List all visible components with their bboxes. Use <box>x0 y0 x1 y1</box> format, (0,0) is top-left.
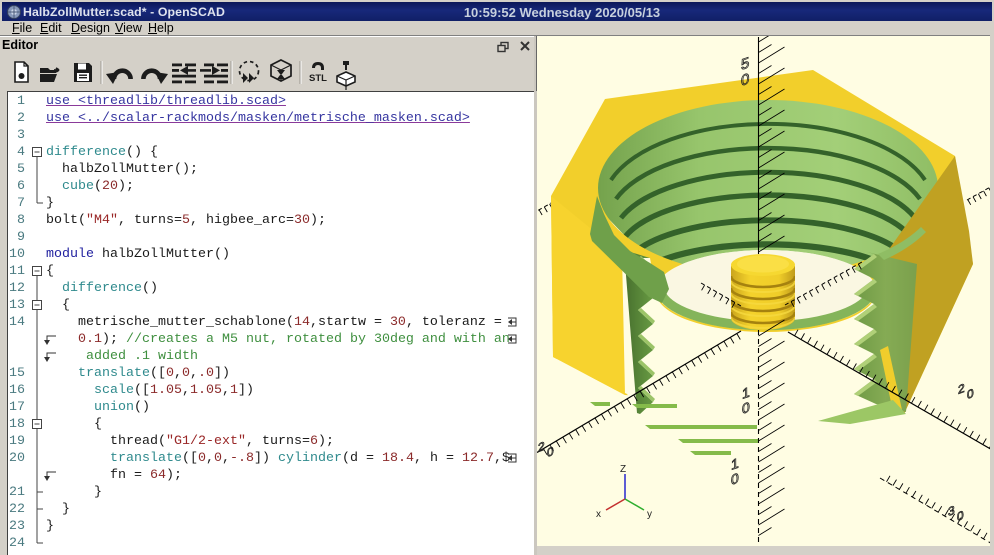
svg-text:2: 2 <box>958 381 965 397</box>
svg-text:x: x <box>596 509 601 520</box>
svg-text:y: y <box>647 509 652 520</box>
svg-text:2: 2 <box>538 439 545 455</box>
svg-text:0: 0 <box>731 471 739 489</box>
svg-text:0: 0 <box>742 400 750 418</box>
svg-text:STL: STL <box>309 73 327 84</box>
svg-text:0: 0 <box>957 508 964 524</box>
svg-text:0: 0 <box>967 386 974 402</box>
svg-text:0: 0 <box>547 444 554 460</box>
svg-text:Z: Z <box>620 464 626 475</box>
svg-text:0: 0 <box>741 70 749 89</box>
svg-text:3: 3 <box>948 503 955 519</box>
